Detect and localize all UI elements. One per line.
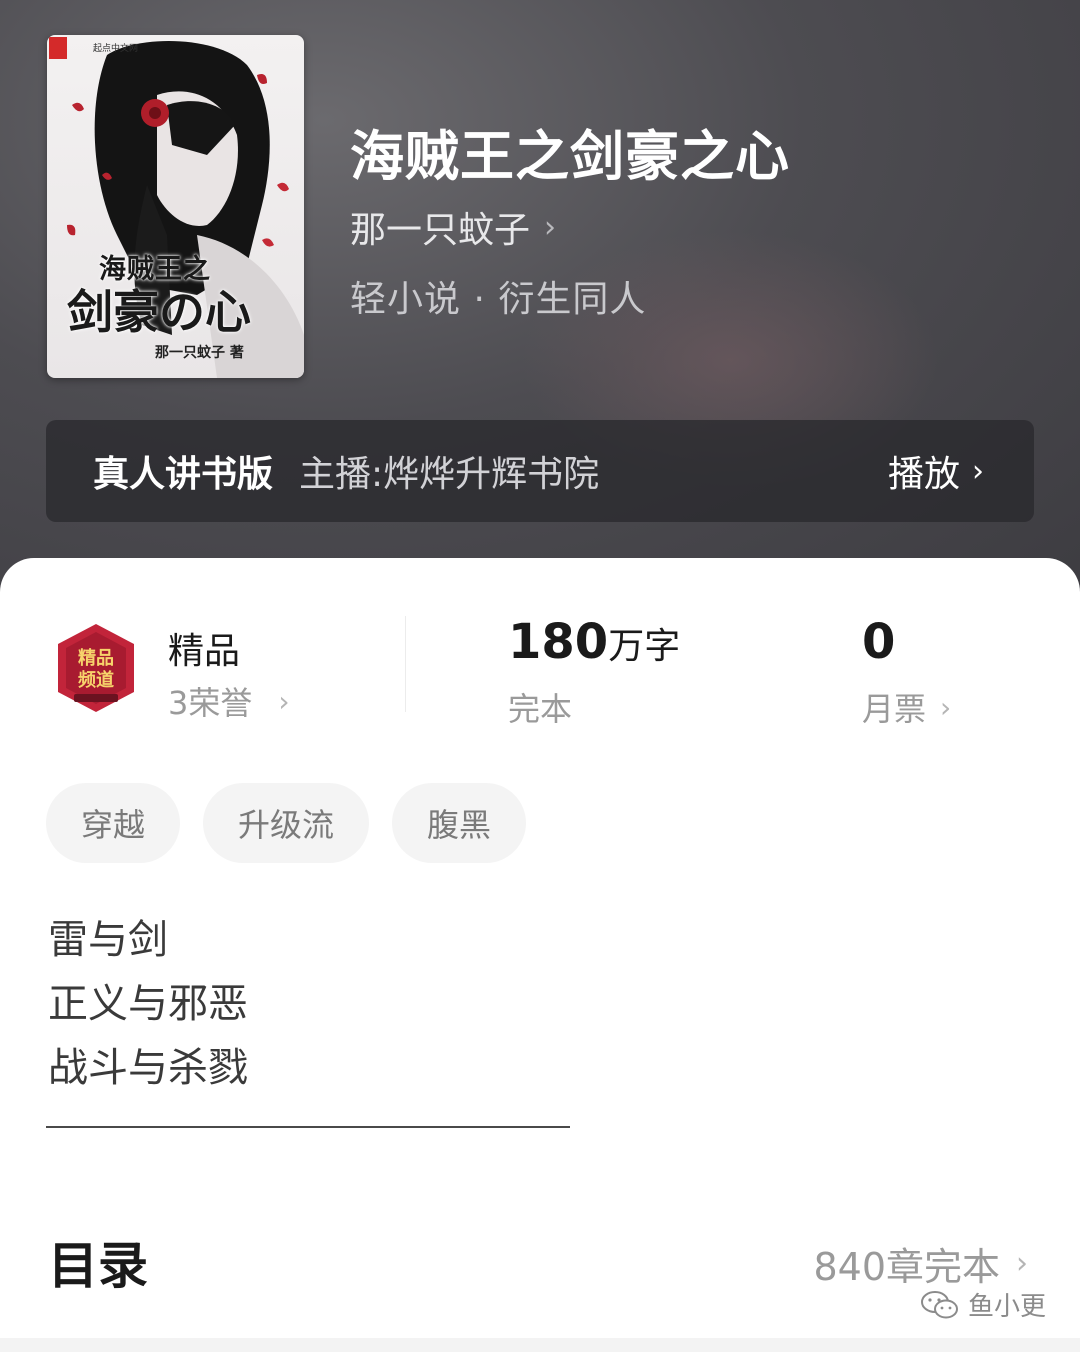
play-button[interactable]: 播放 › xyxy=(888,445,984,497)
watermark-text: 鱼小更 xyxy=(967,1292,1046,1322)
book-header: 起点中文网 海贼王之 剑豪の心 那一只蚊子 著 海贼王之剑豪之心 那一只蚊子 ›… xyxy=(0,0,1080,600)
chevron-right-icon: › xyxy=(940,690,952,724)
monthly-tickets-link[interactable]: 月票 › xyxy=(862,684,951,730)
audiobook-label: 真人讲书版 xyxy=(93,454,274,495)
description-line: 正义与邪恶 xyxy=(48,981,248,1027)
cover-title-line1: 海贼王之 xyxy=(99,254,211,285)
toc-chapter-count: 840章完本 xyxy=(813,1245,1000,1289)
author-link[interactable]: 那一只蚊子 › xyxy=(350,200,556,254)
wechat-icon xyxy=(920,1290,958,1318)
chevron-right-icon: › xyxy=(278,684,290,718)
toc-link[interactable]: 840章完本 › xyxy=(813,1236,1028,1291)
play-label: 播放 xyxy=(887,454,960,495)
watermark: 鱼小更 xyxy=(920,1286,1046,1323)
book-title: 海贼王之剑豪之心 xyxy=(350,124,790,188)
description-line: 雷与剑 xyxy=(48,917,168,963)
tag-list: 穿越 升级流 腹黑 xyxy=(46,783,527,863)
stat-divider xyxy=(405,616,406,712)
toc-title: 目录 xyxy=(48,1237,148,1295)
book-category: 轻小说 · 衍生同人 xyxy=(350,279,647,320)
word-count-unit: 万字 xyxy=(608,626,681,667)
premium-label: 精品 xyxy=(168,631,241,672)
bottom-strip xyxy=(0,1338,1080,1352)
chevron-right-icon: › xyxy=(1016,1246,1028,1281)
cover-title: 海贼王之 剑豪の心 xyxy=(67,247,297,338)
audiobook-bar[interactable]: 真人讲书版 主播:烨烨升辉书院 播放 › xyxy=(46,420,1034,522)
badge-text-bottom: 频道 xyxy=(78,669,114,691)
completion-status: 完本 xyxy=(508,690,573,728)
badge-text-top: 精品 xyxy=(78,647,114,669)
word-count: 180万字 xyxy=(508,614,680,670)
audiobook-host: 主播:烨烨升辉书院 xyxy=(299,454,600,495)
tag-chip[interactable]: 腹黑 xyxy=(392,783,527,863)
tag-chip[interactable]: 升级流 xyxy=(203,783,370,863)
book-description[interactable]: 雷与剑 正义与邪恶 战斗与杀戮 xyxy=(48,908,248,1100)
chevron-right-icon: › xyxy=(972,453,984,489)
author-name: 那一只蚊子 xyxy=(350,210,531,251)
honors-count: 3荣誉 xyxy=(168,684,253,722)
cover-author: 那一只蚊子 著 xyxy=(155,345,244,361)
description-divider xyxy=(46,1126,570,1128)
description-line: 战斗与杀戮 xyxy=(48,1045,248,1091)
book-cover[interactable]: 起点中文网 海贼王之 剑豪の心 那一只蚊子 著 xyxy=(47,35,304,378)
monthly-tickets-label: 月票 xyxy=(862,690,927,728)
cover-publisher: 起点中文网 xyxy=(93,44,139,54)
publisher-logo xyxy=(49,37,67,59)
chevron-right-icon: › xyxy=(544,209,557,245)
cover-title-line2: 剑豪の心 xyxy=(67,285,251,339)
tag-chip[interactable]: 穿越 xyxy=(46,783,181,863)
premium-channel-badge-icon: 精品 频道 xyxy=(58,624,134,712)
word-count-number: 180 xyxy=(508,614,609,670)
monthly-tickets-value: 0 xyxy=(862,614,896,670)
honors-link[interactable]: 3荣誉 › xyxy=(168,678,290,724)
